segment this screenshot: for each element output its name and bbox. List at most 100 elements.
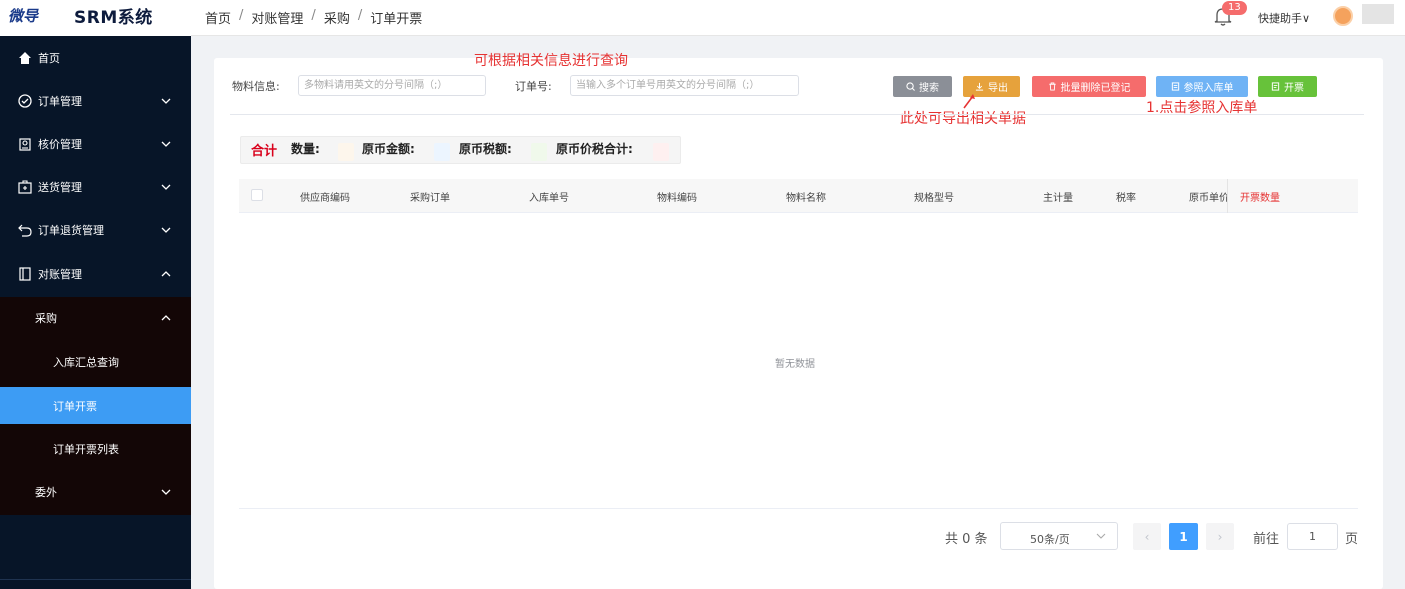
top-header: 微导 SRM系统 首页 / 对账管理 / 采购 / 订单开票 13 快捷助手∨ — [0, 0, 1405, 36]
breadcrumb-purchase[interactable]: 采购 — [324, 8, 350, 27]
next-page-button[interactable]: › — [1206, 523, 1234, 550]
notification-badge: 13 — [1222, 1, 1247, 15]
invoice-icon — [1271, 82, 1280, 91]
summary-grand-total-label: 原币价税合计: — [556, 142, 633, 156]
sidebar-item-inbound-summary[interactable]: 入库汇总查询 — [0, 343, 191, 380]
annotation-arrow-icon — [963, 94, 975, 109]
sidebar-item-label: 送货管理 — [38, 180, 82, 194]
column-header-purchase-order[interactable]: 采购订单 — [410, 189, 450, 204]
summary-amount-value — [434, 143, 450, 161]
column-header-unit-price[interactable]: 原币单价 — [1189, 189, 1227, 204]
sidebar-item-label: 订单管理 — [38, 94, 82, 108]
chevron-down-icon — [161, 184, 171, 190]
column-header-spec[interactable]: 规格型号 — [914, 189, 954, 204]
logo: 微导 — [8, 7, 39, 25]
page-size-select[interactable]: 50条/页 — [1000, 522, 1118, 550]
chevron-down-icon: ∨ — [1302, 12, 1311, 25]
breadcrumb: 首页 / 对账管理 / 采购 / 订单开票 — [205, 8, 422, 27]
goto-label: 前往 — [1253, 532, 1280, 547]
submenu-group-label: 委外 — [35, 485, 57, 499]
summary-tax-value — [531, 143, 547, 161]
summary-grand-total-value — [653, 143, 669, 161]
price-tag-icon — [19, 137, 31, 151]
sidebar-item-invoice-list[interactable]: 订单开票列表 — [0, 430, 191, 467]
check-circle-icon — [18, 93, 32, 108]
search-icon — [906, 82, 915, 91]
document-icon — [1171, 82, 1179, 91]
breadcrumb-home[interactable]: 首页 — [205, 8, 231, 27]
summary-qty-value — [338, 143, 354, 161]
sidebar-item-pricing[interactable]: 核价管理 — [0, 122, 191, 165]
reference-inbound-button[interactable]: 参照入库单 — [1156, 76, 1248, 97]
column-header-inbound-no[interactable]: 入库单号 — [529, 189, 569, 204]
column-divider — [1227, 179, 1228, 213]
breadcrumb-separator: / — [357, 8, 363, 23]
page-size-value: 50条/页 — [1030, 533, 1070, 546]
order-number-input[interactable]: 当输入多个订单号用英文的分号间隔（;） — [570, 75, 799, 96]
chevron-down-icon — [161, 489, 171, 495]
sidebar-divider — [0, 579, 191, 580]
chevron-down-icon — [161, 141, 171, 147]
column-header-unit[interactable]: 主计量 — [1043, 189, 1073, 204]
batch-delete-button-label: 批量删除已登记 — [1060, 83, 1131, 94]
summary-qty-label: 数量: — [291, 142, 320, 156]
column-header-material-name[interactable]: 物料名称 — [786, 189, 826, 204]
app-title: SRM系统 — [74, 8, 153, 28]
download-icon — [975, 82, 984, 91]
goto-unit-label: 页 — [1345, 532, 1359, 547]
sidebar-item-label: 入库汇总查询 — [53, 355, 119, 369]
sidebar-item-delivery[interactable]: 送货管理 — [0, 165, 191, 208]
column-header-supplier-code[interactable]: 供应商编码 — [300, 189, 350, 204]
order-number-label: 订单号: — [515, 80, 552, 93]
sidebar: 首页 订单管理 核价管理 送货管理 订单退货管理 对账管理 采购 入库汇总查询 … — [0, 36, 191, 589]
chevron-up-icon — [161, 314, 171, 320]
submenu-group-purchase[interactable]: 采购 — [0, 299, 191, 336]
username-placeholder[interactable] — [1362, 4, 1394, 24]
search-hint-annotation: 可根据相关信息进行查询 — [474, 53, 628, 69]
prev-page-button[interactable]: ‹ — [1133, 523, 1161, 550]
toolbar-divider — [230, 114, 1364, 115]
reference-inbound-button-label: 参照入库单 — [1183, 83, 1234, 94]
sidebar-item-label: 首页 — [38, 51, 60, 65]
search-button[interactable]: 搜索 — [893, 76, 952, 97]
column-header-invoice-qty[interactable]: 开票数量 — [1240, 189, 1280, 204]
empty-table-text: 暂无数据 — [775, 359, 815, 370]
sidebar-item-returns[interactable]: 订单退货管理 — [0, 208, 191, 251]
sidebar-item-label: 对账管理 — [38, 267, 82, 281]
return-arrow-icon — [18, 224, 32, 237]
avatar[interactable] — [1333, 6, 1353, 26]
page-number-current[interactable]: 1 — [1169, 523, 1198, 550]
invoice-button[interactable]: 开票 — [1258, 76, 1317, 97]
package-icon — [18, 179, 32, 194]
material-info-label: 物料信息: — [232, 80, 280, 93]
sidebar-item-reconciliation[interactable]: 对账管理 — [0, 252, 191, 295]
logo-area: 微导 SRM系统 — [0, 0, 191, 36]
column-header-material-code[interactable]: 物料编码 — [657, 189, 697, 204]
sidebar-item-order-invoice[interactable]: 订单开票 — [0, 387, 191, 424]
sidebar-item-label: 订单开票 — [53, 399, 97, 413]
table-bottom-border — [239, 508, 1358, 509]
ledger-icon — [19, 266, 31, 281]
trash-icon — [1048, 82, 1056, 91]
select-all-checkbox[interactable] — [251, 189, 263, 201]
summary-tax-label: 原币税额: — [459, 142, 512, 156]
material-info-input[interactable]: 多物料请用英文的分号间隔（;） — [298, 75, 486, 96]
sidebar-item-label: 订单开票列表 — [53, 442, 119, 456]
quick-helper-label: 快捷助手 — [1258, 12, 1302, 25]
chevron-down-icon — [161, 227, 171, 233]
column-header-tax-rate[interactable]: 税率 — [1116, 189, 1136, 204]
sidebar-item-home[interactable]: 首页 — [0, 36, 191, 79]
summary-total-label: 合计 — [251, 144, 278, 159]
goto-page-input[interactable]: 1 — [1287, 523, 1338, 550]
batch-delete-button[interactable]: 批量删除已登记 — [1032, 76, 1146, 97]
table-header: 供应商编码 采购订单 入库单号 物料编码 物料名称 规格型号 主计量 税率 原币… — [239, 179, 1358, 213]
submenu-group-outsource[interactable]: 委外 — [0, 473, 191, 510]
sidebar-item-label: 订单退货管理 — [38, 223, 104, 237]
breadcrumb-reconciliation[interactable]: 对账管理 — [251, 8, 303, 27]
export-hint-annotation: 此处可导出相关单据 — [900, 111, 1026, 127]
sidebar-item-label: 核价管理 — [38, 137, 82, 151]
quick-helper-dropdown[interactable]: 快捷助手∨ — [1258, 10, 1310, 26]
home-icon — [19, 51, 31, 64]
summary-amount-label: 原币金额: — [362, 142, 415, 156]
sidebar-item-orders[interactable]: 订单管理 — [0, 79, 191, 122]
